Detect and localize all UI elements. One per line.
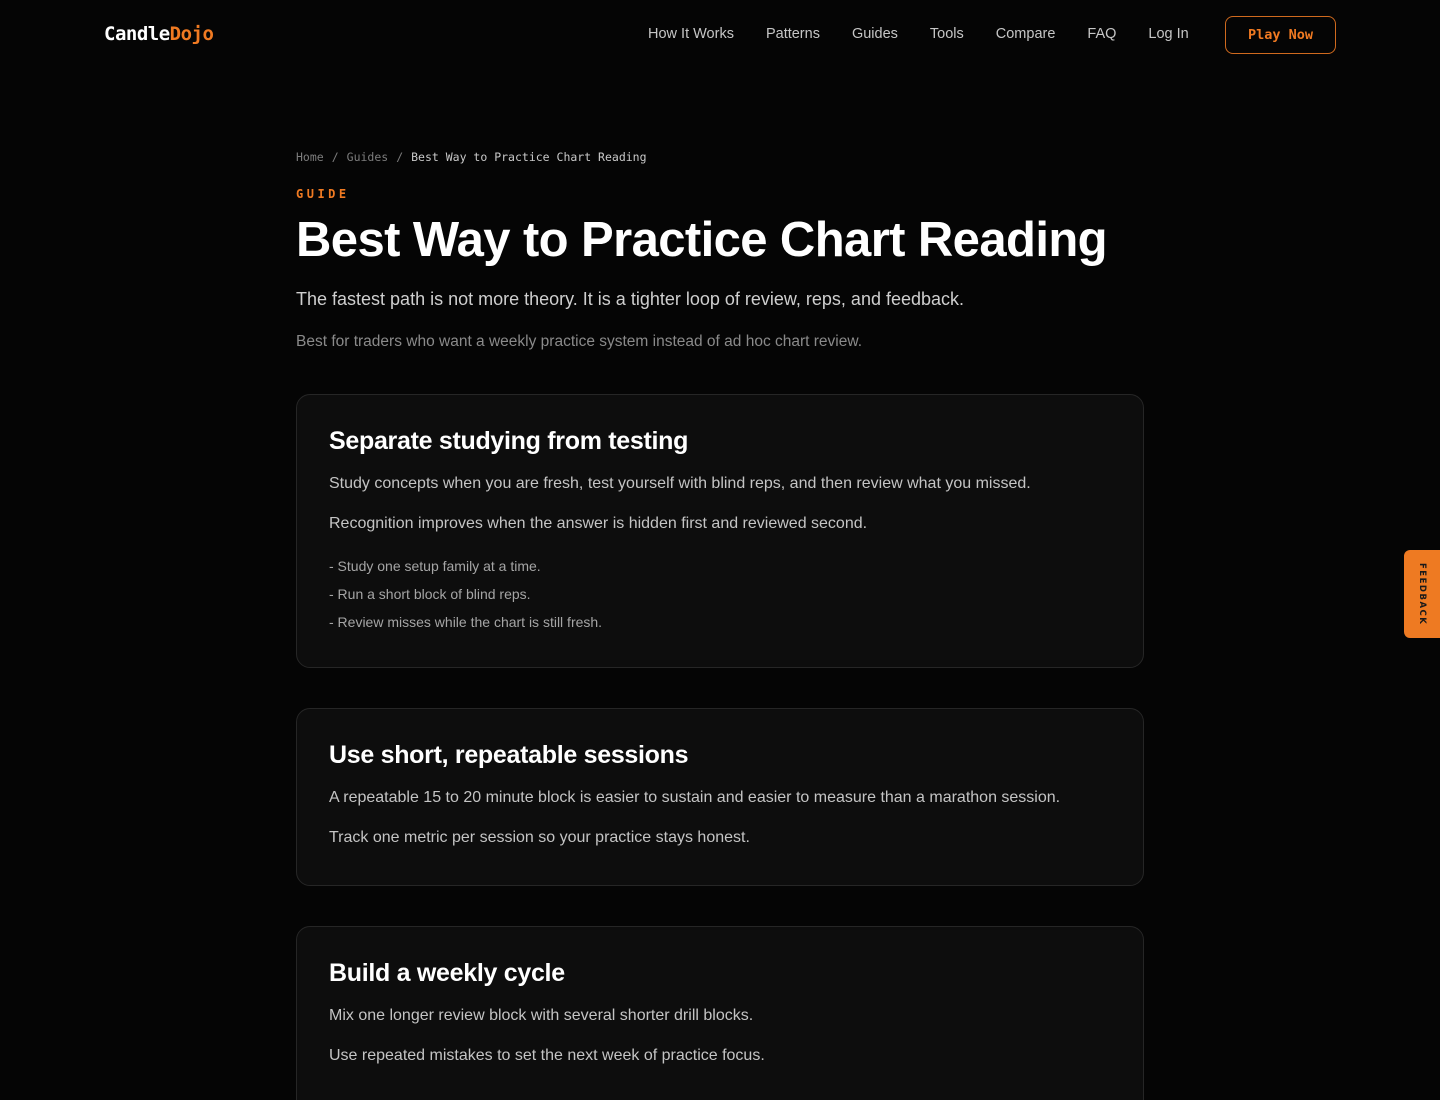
list-item: - Review misses while the chart is still… <box>329 614 603 630</box>
nav-tools[interactable]: Tools <box>930 26 964 42</box>
section-card: Separate studying from testing Study con… <box>296 394 1144 668</box>
section-paragraph: Study concepts when you are fresh, test … <box>329 475 1031 492</box>
breadcrumb-separator: / <box>331 150 339 164</box>
breadcrumb-separator: / <box>396 150 404 164</box>
feedback-label: FEEDBACK <box>1417 562 1427 626</box>
article-audience: Best for traders who want a weekly pract… <box>296 333 863 350</box>
section-card: Use short, repeatable sessions A repeata… <box>296 708 1144 886</box>
nav-faq[interactable]: FAQ <box>1087 26 1116 42</box>
breadcrumb: Home / Guides / Best Way to Practice Chart R… <box>296 150 647 164</box>
logo-text-candle: Candle <box>104 23 170 45</box>
page-title: Best Way to Practice Chart Reading <box>296 213 1108 267</box>
nav-log-in[interactable]: Log In <box>1148 26 1188 42</box>
nav-guides[interactable]: Guides <box>852 26 898 42</box>
nav-patterns[interactable]: Patterns <box>766 26 820 42</box>
list-item: - Run a short block of blind reps. <box>329 586 531 602</box>
nav-how-it-works[interactable]: How It Works <box>648 26 734 42</box>
list-item: - Study one setup family at a time. <box>329 558 541 574</box>
page: CandleDojo How It Works Patterns Guides … <box>0 0 1440 1100</box>
section-card: Build a weekly cycle Mix one longer revi… <box>296 926 1144 1100</box>
breadcrumb-home[interactable]: Home <box>296 150 324 164</box>
section-heading: Build a weekly cycle <box>329 959 565 987</box>
article-subtitle: The fastest path is not more theory. It … <box>296 289 965 309</box>
feedback-tab[interactable]: FEEDBACK <box>1404 550 1440 638</box>
nav-compare[interactable]: Compare <box>996 26 1056 42</box>
section-paragraph: Recognition improves when the answer is … <box>329 515 868 532</box>
section-paragraph: Use repeated mistakes to set the next we… <box>329 1047 765 1064</box>
main-nav: How It Works Patterns Guides Tools Compa… <box>648 26 1189 42</box>
breadcrumb-current: Best Way to Practice Chart Reading <box>411 150 647 164</box>
section-list: - Study one setup family at a time. - Ru… <box>329 552 1111 636</box>
play-now-button[interactable]: Play Now <box>1225 16 1336 54</box>
logo-text-dojo: Dojo <box>169 23 214 45</box>
section-paragraph: Mix one longer review block with several… <box>329 1007 754 1024</box>
breadcrumb-guides[interactable]: Guides <box>347 150 389 164</box>
section-paragraph: A repeatable 15 to 20 minute block is ea… <box>329 789 1061 806</box>
section-heading: Use short, repeatable sessions <box>329 741 689 769</box>
section-paragraph: Track one metric per session so your pra… <box>329 829 750 846</box>
logo[interactable]: CandleDojo <box>104 23 214 45</box>
site-header: CandleDojo How It Works Patterns Guides … <box>0 0 1440 70</box>
article-eyebrow: GUIDE <box>296 187 350 201</box>
section-heading: Separate studying from testing <box>329 427 689 455</box>
